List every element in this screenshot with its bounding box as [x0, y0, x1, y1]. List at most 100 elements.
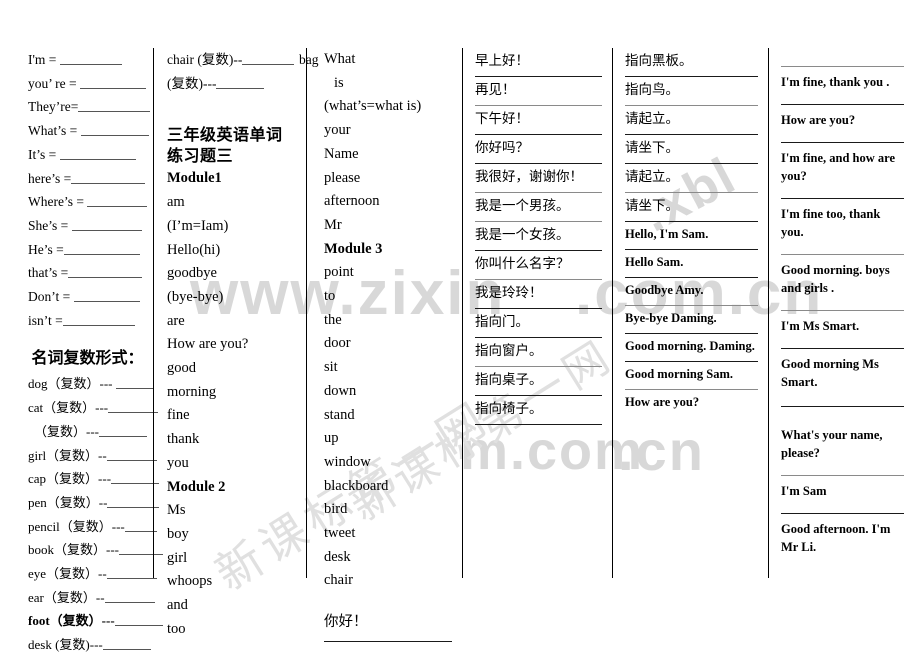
answer-item: Good morning Sam. [625, 362, 758, 390]
answer-blank[interactable] [124, 519, 157, 532]
answer-blank[interactable] [115, 376, 154, 390]
vocab-word: girl [167, 549, 188, 566]
answer-rule[interactable] [781, 66, 904, 67]
vocab-word: and [167, 597, 188, 614]
plural-label: pen（复数）-- [28, 494, 108, 510]
answer-blank[interactable] [216, 76, 265, 89]
answer-rule[interactable] [781, 475, 904, 476]
answer-blank[interactable] [99, 424, 147, 437]
answer-item: 早上好！ [475, 48, 602, 77]
prompt-text: 请起立。 [625, 111, 679, 126]
answer-item: 指向黑板。 [625, 48, 758, 77]
vocab-word: to [324, 288, 336, 305]
list-item: She’s = [28, 214, 147, 238]
answer-item: Good morning Ms Smart. [781, 348, 904, 394]
answer-rule[interactable] [781, 348, 904, 349]
module-3-heading: Module 3 [324, 240, 383, 257]
prompt-text: 早上好！ [475, 53, 529, 68]
vocab-word: please [324, 169, 361, 186]
answer-blank[interactable] [102, 637, 151, 651]
answer-rule[interactable] [781, 104, 904, 105]
prompt-text: Hello Sam. [625, 255, 684, 269]
contraction-label: It’s = [28, 146, 60, 162]
answer-blank[interactable] [106, 566, 157, 580]
answer-blank[interactable] [242, 52, 295, 65]
answer-item: 请坐下。 [625, 135, 758, 164]
plural-label: (复数)--- [167, 75, 217, 91]
list-item: desk (复数)--- [28, 633, 151, 657]
prompt-text: 指向窗户。 [475, 343, 543, 358]
answer-blank[interactable] [79, 76, 146, 89]
answer-blank[interactable] [62, 313, 135, 326]
answer-blank[interactable] [73, 289, 140, 303]
vocab-word: blackboard [324, 477, 389, 494]
answer-rule[interactable] [781, 406, 904, 407]
answer-item: Good morning. Daming. [625, 334, 758, 362]
answer-rule[interactable] [781, 513, 904, 514]
answer-rule[interactable] [781, 254, 904, 255]
answer-blank[interactable] [107, 495, 160, 508]
prompt-text: 指向椅子。 [475, 401, 543, 416]
answer-rule[interactable] [324, 640, 452, 642]
edge-word-fragment: bag [299, 52, 319, 67]
answer-blank[interactable] [78, 99, 151, 113]
answer-blank[interactable] [71, 218, 142, 231]
vocab-word: the [324, 311, 342, 328]
answer-blank[interactable] [104, 590, 155, 603]
answer-blank[interactable] [59, 147, 136, 160]
prompt-text: 指向黑板。 [625, 53, 693, 68]
prompt-text: 再见！ [475, 82, 516, 97]
vocab-word: afternoon [324, 193, 380, 210]
list-item: (复数)--- [167, 72, 300, 96]
plural-label: chair (复数)-- [167, 52, 243, 67]
answer-blank[interactable] [59, 52, 122, 65]
vocab-word: How are you? [167, 336, 249, 353]
plural-label: eye（复数）-- [28, 566, 107, 582]
vocab-word: am [167, 194, 185, 211]
prompt-text: 请坐下。 [625, 198, 679, 213]
answer-blank[interactable] [111, 471, 160, 485]
prompt-text: I'm fine, thank you . [781, 75, 890, 89]
contraction-label: What’s = [28, 123, 81, 139]
answer-blank[interactable] [63, 242, 140, 255]
answer-blank[interactable] [71, 171, 146, 184]
list-item: pencil（复数）--- [28, 515, 157, 539]
answer-rule[interactable] [475, 424, 602, 425]
list-item: eye（复数）-- [28, 562, 157, 586]
answer-blank[interactable] [106, 448, 157, 461]
answer-rule[interactable] [781, 198, 904, 199]
answer-blank[interactable] [80, 123, 149, 137]
answer-blank[interactable] [68, 265, 143, 279]
answer-item: I'm fine, thank you . [781, 48, 904, 94]
answer-item: 我是玲玲！ [475, 280, 602, 309]
answer-item: Good afternoon. I'm Mr Li. [781, 513, 904, 559]
prompt-text: 指向门。 [475, 314, 529, 329]
column-6: I'm fine, thank you . How are you? I'm f… [768, 48, 910, 578]
list-item: What’s = [28, 119, 149, 143]
plural-label: book（复数）--- [28, 542, 119, 558]
answer-item: 指向窗户。 [475, 338, 602, 367]
plural-label: pencil（复数）--- [28, 518, 125, 534]
prompt-text: 我是一个女孩。 [475, 227, 570, 242]
answer-rule[interactable] [781, 310, 904, 311]
list-item: you’ re = [28, 72, 147, 96]
answer-blank[interactable] [87, 194, 148, 208]
column-5: 指向黑板。 指向鸟。 请起立。 请坐下。 请起立。 请坐下。 Hello, I'… [612, 48, 768, 578]
contraction-label: isn’t = [28, 312, 63, 328]
vocab-word: morning [167, 383, 217, 400]
vocab-word: Ms [167, 502, 186, 519]
answer-item: I'm fine too, thank you. [781, 198, 904, 244]
prompt-text: How are you? [625, 395, 700, 409]
prompt-text: What's your name, please? [781, 428, 883, 460]
prompt-text: Goodbye Amy. [625, 283, 704, 297]
vocab-word: (what’s=what is) [324, 98, 422, 115]
answer-item: 请起立。 [625, 106, 758, 135]
prompt-text: I'm fine, and how are you? [781, 151, 896, 183]
answer-blank[interactable] [108, 400, 159, 414]
prompt-text: 指向桌子。 [475, 372, 543, 387]
answer-item: 指向门。 [475, 309, 602, 338]
answer-rule[interactable] [781, 142, 904, 143]
prompt-text: 请坐下。 [625, 140, 679, 155]
answer-item: Hello Sam. [625, 250, 758, 278]
vocab-word: window [324, 453, 371, 470]
